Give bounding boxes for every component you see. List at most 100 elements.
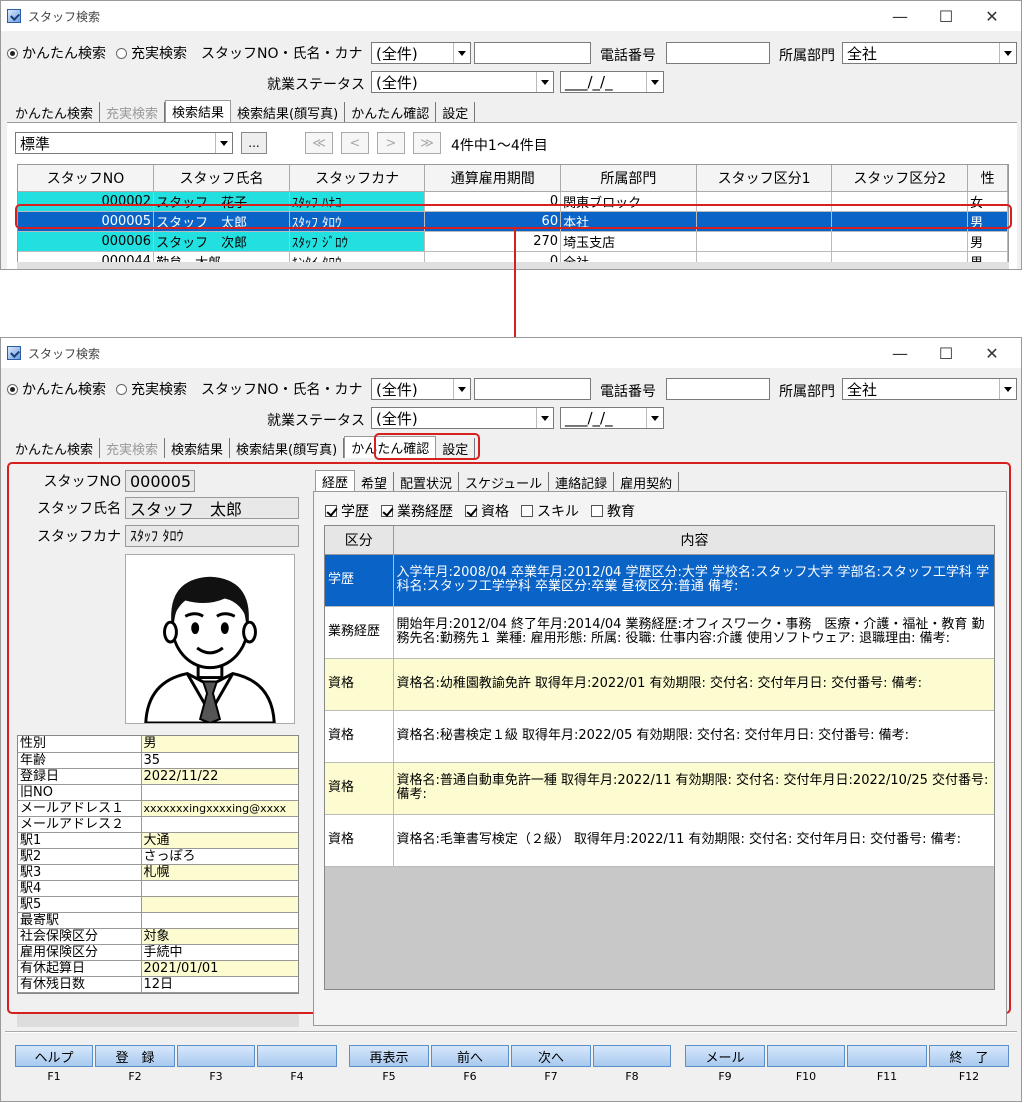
fkey-label: F9 bbox=[718, 1070, 732, 1083]
status-label: 就業ステータス bbox=[267, 413, 365, 429]
cell-sex: 男 bbox=[967, 231, 1008, 252]
checkbox-icon bbox=[465, 505, 477, 517]
subtab-history[interactable]: 経歴 bbox=[315, 470, 356, 492]
col-header-kana[interactable]: スタッフカナ bbox=[289, 165, 426, 192]
f10-button[interactable] bbox=[767, 1045, 845, 1067]
close-button[interactable]: ✕ bbox=[969, 338, 1015, 368]
table-row[interactable]: 資格 資格名:普通自動車免許一種 取得年月:2022/11 有効期限: 交付名:… bbox=[325, 762, 994, 815]
f12-exit-button[interactable]: 終 了 bbox=[929, 1045, 1009, 1067]
next-page-button[interactable]: > bbox=[377, 132, 405, 154]
check-education[interactable]: 学歴 bbox=[325, 501, 369, 521]
tab-full-search[interactable]: 充実検索 bbox=[100, 438, 166, 458]
f5-refresh-button[interactable]: 再表示 bbox=[349, 1045, 429, 1067]
maximize-button[interactable]: ☐ bbox=[923, 1, 969, 31]
col-header-k2[interactable]: スタッフ区分2 bbox=[831, 165, 969, 192]
date-picker[interactable]: ___/_/_ bbox=[560, 71, 664, 93]
col-header-k1[interactable]: スタッフ区分1 bbox=[696, 165, 833, 192]
status-combo[interactable]: (全件) bbox=[371, 407, 554, 429]
prop-row: 性別男 bbox=[18, 736, 298, 753]
subtab-schedule[interactable]: スケジュール bbox=[459, 472, 550, 492]
tab-search-result[interactable]: 検索結果 bbox=[165, 438, 231, 458]
layout-settings-button[interactable]: ... bbox=[241, 132, 267, 154]
chevron-down-icon[interactable] bbox=[999, 379, 1016, 399]
tab-simple-search[interactable]: かんたん検索 bbox=[9, 438, 101, 458]
tab-settings[interactable]: 設定 bbox=[436, 102, 476, 122]
check-work-history[interactable]: 業務経歴 bbox=[381, 501, 453, 521]
radio-simple-search[interactable]: かんたん検索 bbox=[7, 43, 106, 63]
last-page-button[interactable]: ≫ bbox=[413, 132, 441, 154]
date-picker[interactable]: ___/_/_ bbox=[560, 407, 664, 429]
tab-quick-check[interactable]: かんたん確認 bbox=[345, 102, 437, 122]
col-header-sex[interactable]: 性 bbox=[967, 165, 1008, 192]
table-row[interactable]: 資格 資格名:秘書検定１級 取得年月:2022/05 有効期限: 交付名: 交付… bbox=[325, 710, 994, 763]
hist-col-category[interactable]: 区分 bbox=[325, 526, 394, 555]
table-row[interactable]: 000006 スタッフ 次郎 ｽﾀｯﾌ ｼﾞﾛｳ 270 埼玉支店 男 bbox=[18, 231, 1008, 252]
layout-combo[interactable]: 標準 bbox=[15, 132, 233, 154]
col-header-dept[interactable]: 所属部門 bbox=[560, 165, 697, 192]
grid-scrollbar[interactable] bbox=[17, 262, 1009, 269]
prop-row: 有休残日数 12日 bbox=[18, 976, 298, 993]
f4-button[interactable] bbox=[257, 1045, 337, 1067]
chevron-down-icon[interactable] bbox=[215, 133, 232, 153]
check-license[interactable]: 資格 bbox=[465, 501, 509, 521]
chevron-down-icon[interactable] bbox=[453, 43, 470, 63]
phone-input[interactable] bbox=[666, 378, 770, 400]
prop-row: 社会保険区分 対象 bbox=[18, 928, 298, 945]
f2-register-button[interactable]: 登 録 bbox=[95, 1045, 175, 1067]
chevron-down-icon[interactable] bbox=[536, 72, 553, 92]
check-training[interactable]: 教育 bbox=[591, 501, 635, 521]
table-row-selected[interactable]: 学歴 入学年月:2008/04 卒業年月:2012/04 学歴区分:大学 学校名… bbox=[325, 554, 994, 607]
tab-search-result-photo[interactable]: 検索結果(顔写真) bbox=[230, 438, 345, 458]
col-header-period[interactable]: 通算雇用期間 bbox=[424, 165, 562, 192]
check-skill[interactable]: スキル bbox=[521, 501, 579, 521]
col-header-no[interactable]: スタッフNO bbox=[18, 165, 155, 192]
name-search-input[interactable] bbox=[474, 42, 591, 64]
name-filter-combo[interactable]: (全件) bbox=[371, 42, 471, 64]
f7-next-button[interactable]: 次へ bbox=[511, 1045, 591, 1067]
table-row[interactable]: 資格 資格名:毛筆書写検定（２級） 取得年月:2022/11 有効期限: 交付名… bbox=[325, 814, 994, 867]
f11-button[interactable] bbox=[847, 1045, 927, 1067]
subtab-contact-log[interactable]: 連絡記録 bbox=[549, 472, 615, 492]
chevron-down-icon[interactable] bbox=[453, 379, 470, 399]
window-title: スタッフ検索 bbox=[28, 346, 101, 361]
radio-simple-search[interactable]: かんたん検索 bbox=[7, 379, 106, 399]
dept-combo[interactable]: 全社 bbox=[842, 378, 1017, 400]
radio-full-search[interactable]: 充実検索 bbox=[116, 379, 187, 399]
subtab-assignment[interactable]: 配置状況 bbox=[394, 472, 460, 492]
col-header-name[interactable]: スタッフ氏名 bbox=[153, 165, 290, 192]
dept-combo[interactable]: 全社 bbox=[842, 42, 1017, 64]
phone-label: 電話番号 bbox=[600, 384, 656, 400]
result-count: 4件中1〜4件目 bbox=[451, 138, 548, 154]
chevron-down-icon[interactable] bbox=[646, 408, 663, 428]
subtab-wish[interactable]: 希望 bbox=[355, 472, 395, 492]
radio-full-search[interactable]: 充実検索 bbox=[116, 43, 187, 63]
name-search-input[interactable] bbox=[474, 378, 591, 400]
minimize-button[interactable]: — bbox=[877, 1, 923, 31]
chevron-down-icon[interactable] bbox=[999, 43, 1016, 63]
f8-button[interactable] bbox=[593, 1045, 671, 1067]
tab-search-result[interactable]: 検索結果 bbox=[165, 100, 232, 122]
tab-full-search[interactable]: 充実検索 bbox=[100, 102, 166, 122]
chevron-down-icon[interactable] bbox=[646, 72, 663, 92]
f3-button[interactable] bbox=[177, 1045, 255, 1067]
first-page-button[interactable]: ≪ bbox=[305, 132, 333, 154]
chevron-down-icon[interactable] bbox=[536, 408, 553, 428]
f9-mail-button[interactable]: メール bbox=[685, 1045, 765, 1067]
prev-page-button[interactable]: < bbox=[341, 132, 369, 154]
f1-help-button[interactable]: ヘルプ bbox=[15, 1045, 93, 1067]
prop-row: メールアドレス１ xxxxxxxingxxxxing@xxxx bbox=[18, 800, 298, 817]
prop-row: 旧NO bbox=[18, 784, 298, 801]
f6-prev-button[interactable]: 前へ bbox=[431, 1045, 509, 1067]
tab-search-result-photo[interactable]: 検索結果(顔写真) bbox=[231, 102, 346, 122]
name-filter-combo[interactable]: (全件) bbox=[371, 378, 471, 400]
hist-col-content[interactable]: 内容 bbox=[393, 526, 994, 555]
minimize-button[interactable]: — bbox=[877, 338, 923, 368]
subtab-contract[interactable]: 雇用契約 bbox=[614, 472, 680, 492]
tab-simple-search[interactable]: かんたん検索 bbox=[9, 102, 101, 122]
phone-input[interactable] bbox=[666, 42, 770, 64]
close-button[interactable]: ✕ bbox=[969, 1, 1015, 31]
status-combo[interactable]: (全件) bbox=[371, 71, 554, 93]
table-row[interactable]: 業務経歴 開始年月:2012/04 終了年月:2014/04 業務経歴:オフィス… bbox=[325, 606, 994, 659]
maximize-button[interactable]: ☐ bbox=[923, 338, 969, 368]
table-row[interactable]: 資格 資格名:幼稚園教諭免許 取得年月:2022/01 有効期限: 交付名: 交… bbox=[325, 658, 994, 711]
